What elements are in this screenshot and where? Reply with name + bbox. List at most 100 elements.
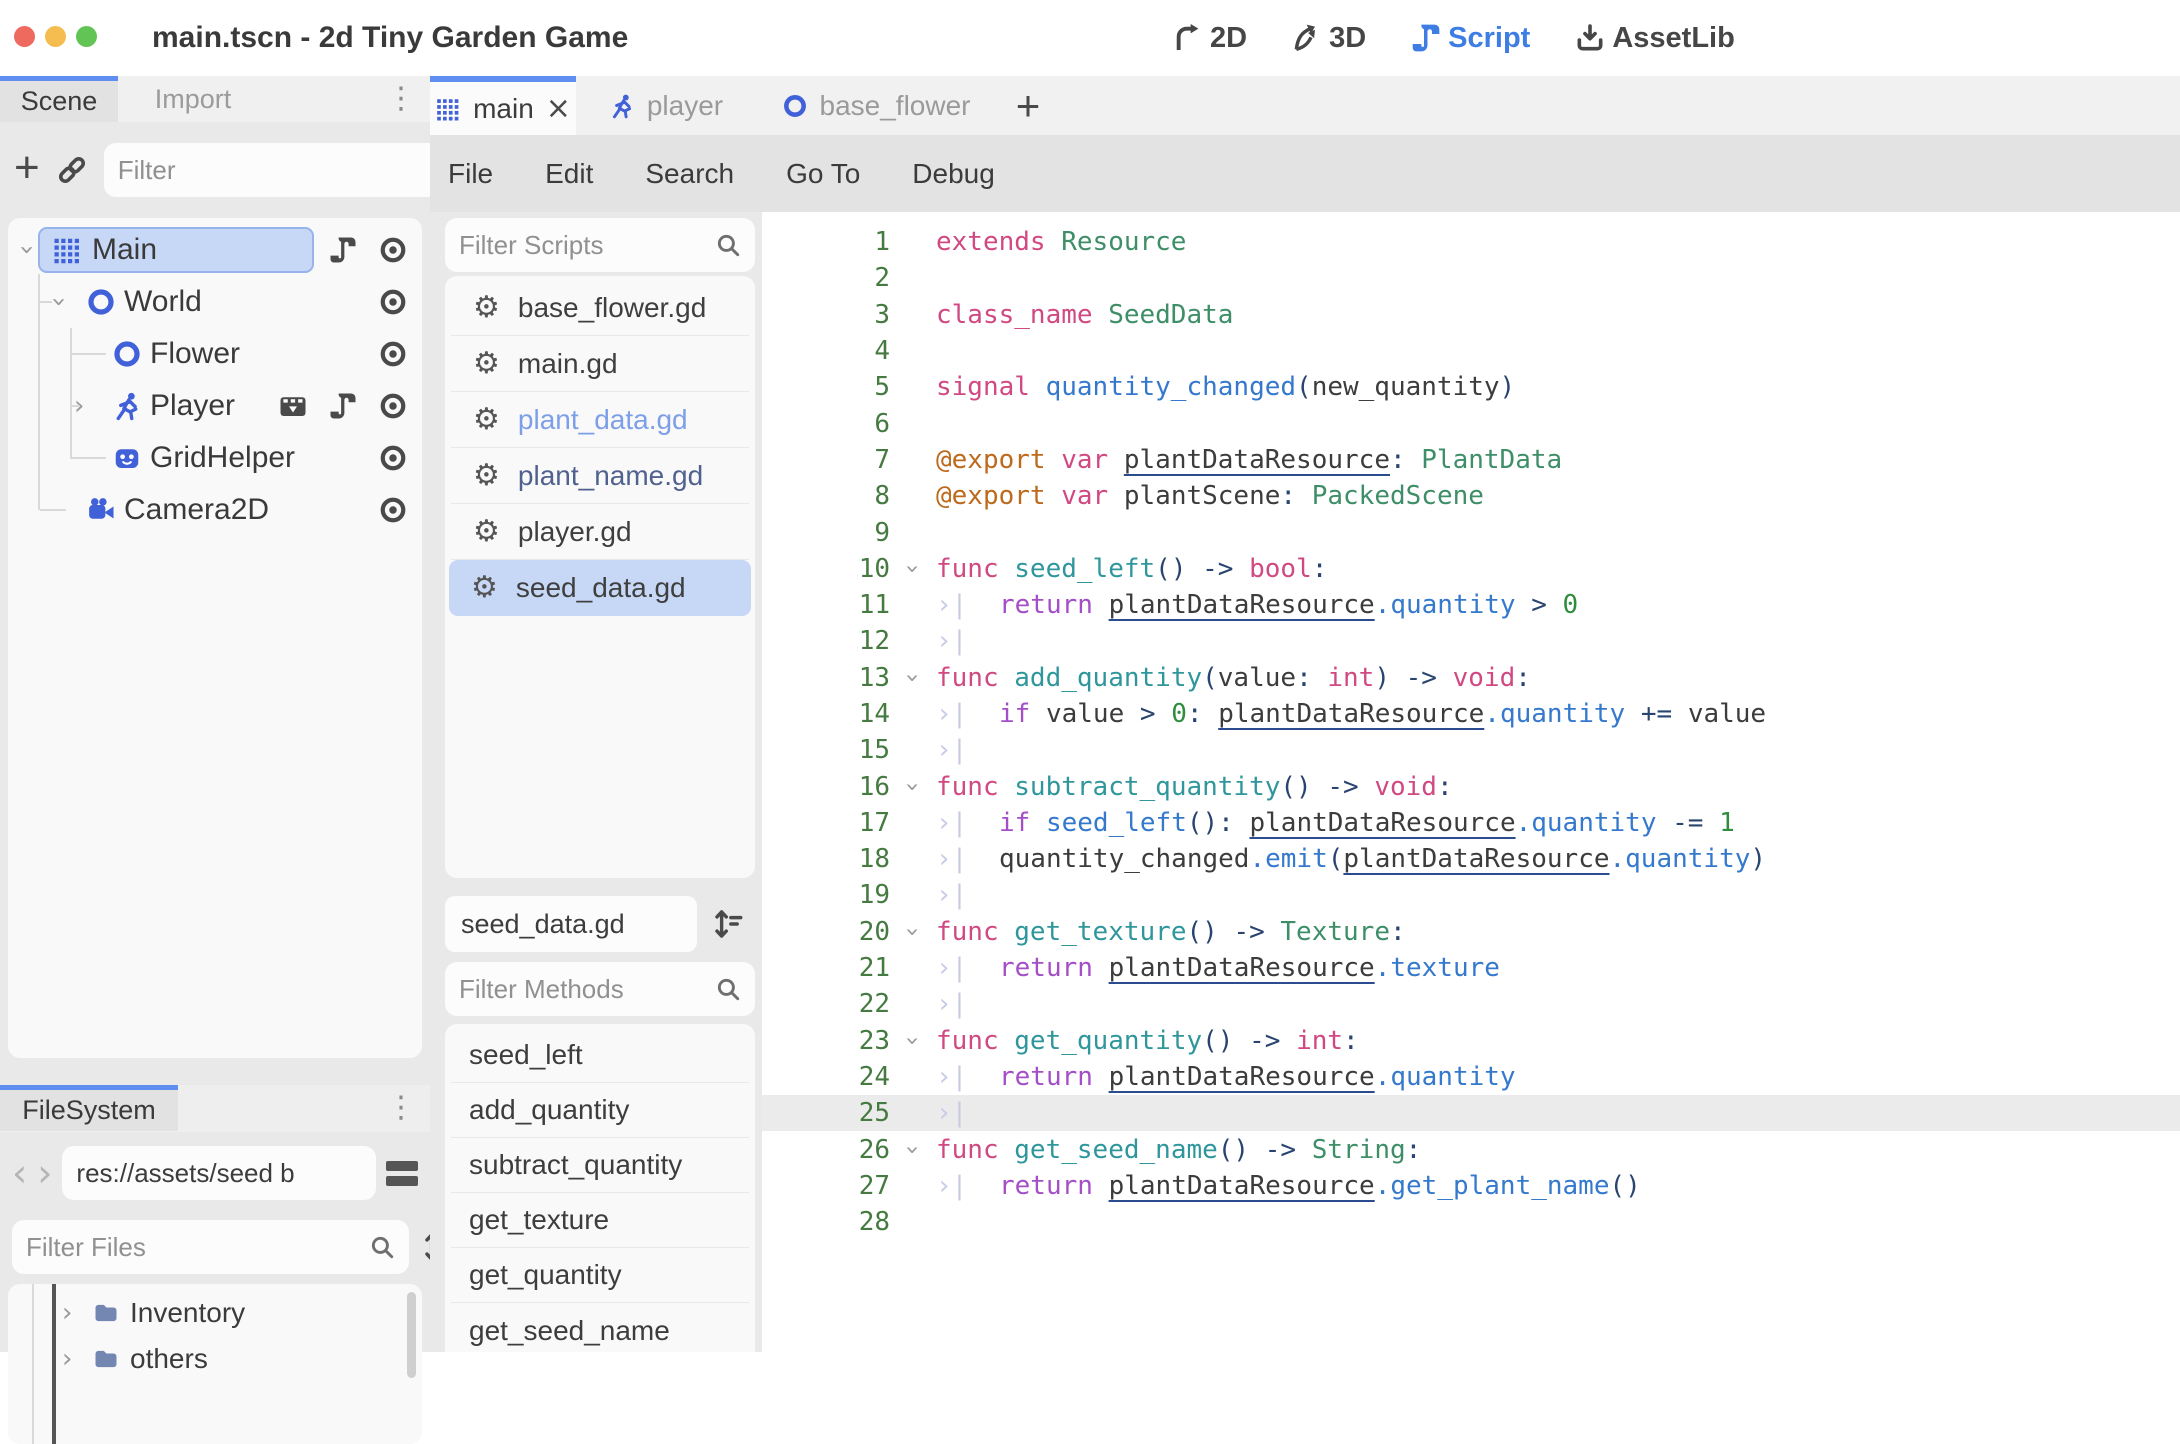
code-line-25[interactable]: 25 ›| — [762, 1095, 2180, 1131]
code-line-23[interactable]: 23 › func get_quantity() -> int: — [762, 1023, 2180, 1059]
code-line-11[interactable]: 11 ›|return plantDataResource.quantity >… — [762, 587, 2180, 623]
add-node-button[interactable]: + — [14, 146, 40, 190]
scene-dock-menu-icon[interactable]: ⋮ — [386, 84, 416, 114]
line-number: 2 — [762, 263, 890, 293]
script-item-player.gd[interactable]: ⚙ player.gd — [451, 504, 749, 560]
attached-script-button[interactable] — [328, 235, 358, 265]
minimize-window-button[interactable] — [45, 26, 66, 47]
code-line-17[interactable]: 17 ›|if seed_left(): plantDataResource.q… — [762, 805, 2180, 841]
code-line-27[interactable]: 27 ›|return plantDataResource.get_plant_… — [762, 1168, 2180, 1204]
scene-instance-button[interactable] — [278, 391, 308, 421]
fold-chevron-icon[interactable]: › — [901, 673, 925, 683]
tree-node-Main[interactable]: › Main — [8, 224, 422, 276]
script-item-plant_data.gd[interactable]: ⚙ plant_data.gd — [451, 392, 749, 448]
method-item-seed_left[interactable]: seed_left — [451, 1028, 749, 1083]
filesystem-menu-icon[interactable]: ⋮ — [386, 1093, 416, 1123]
code-line-2[interactable]: 2 — [762, 260, 2180, 296]
collapse-chevron-icon[interactable]: › — [14, 245, 40, 255]
code-line-16[interactable]: 16 › func subtract_quantity() -> void: — [762, 768, 2180, 804]
close-tab-icon[interactable]: × — [546, 91, 571, 126]
line-number: 17 — [762, 808, 890, 838]
code-line-24[interactable]: 24 ›|return plantDataResource.quantity — [762, 1059, 2180, 1095]
visibility-toggle[interactable] — [378, 235, 408, 265]
expand-chevron-icon[interactable]: › — [62, 1346, 72, 1372]
visibility-toggle[interactable] — [378, 495, 408, 525]
filter-methods-input[interactable] — [459, 974, 707, 1005]
code-line-19[interactable]: 19 ›| — [762, 877, 2180, 913]
visibility-toggle[interactable] — [378, 287, 408, 317]
code-line-15[interactable]: 15 ›| — [762, 732, 2180, 768]
fold-chevron-icon[interactable]: › — [901, 1036, 925, 1046]
fs-item-Inventory[interactable]: › Inventory — [8, 1290, 422, 1336]
code-line-20[interactable]: 20 › func get_texture() -> Texture: — [762, 914, 2180, 950]
workspace-2d-button[interactable]: 2D — [1172, 22, 1247, 55]
code-line-4[interactable]: 4 — [762, 333, 2180, 369]
code-line-10[interactable]: 10 › func seed_left() -> bool: — [762, 551, 2180, 587]
code-line-1[interactable]: 1 extends Resource — [762, 224, 2180, 260]
code-line-6[interactable]: 6 — [762, 405, 2180, 441]
method-item-add_quantity[interactable]: add_quantity — [451, 1083, 749, 1138]
method-item-get_texture[interactable]: get_texture — [451, 1193, 749, 1248]
fold-chevron-icon[interactable]: › — [901, 564, 925, 574]
menu-go-to[interactable]: Go To — [786, 158, 860, 190]
fold-chevron-icon[interactable]: › — [901, 927, 925, 937]
tree-node-World[interactable]: › World — [8, 276, 422, 328]
workspace-script-button[interactable]: Script — [1410, 22, 1530, 55]
code-line-22[interactable]: 22 ›| — [762, 986, 2180, 1022]
code-line-18[interactable]: 18 ›|quantity_changed.emit(plantDataReso… — [762, 841, 2180, 877]
tree-node-Camera2D[interactable]: Camera2D — [8, 484, 422, 536]
code-line-9[interactable]: 9 — [762, 514, 2180, 550]
method-item-get_quantity[interactable]: get_quantity — [451, 1248, 749, 1303]
fs-filter-input[interactable] — [26, 1232, 361, 1263]
code-line-8[interactable]: 8 @export var plantScene: PackedScene — [762, 478, 2180, 514]
code-line-5[interactable]: 5 signal quantity_changed(new_quantity) — [762, 369, 2180, 405]
expand-chevron-icon[interactable]: › — [62, 1300, 72, 1326]
code-line-21[interactable]: 21 ›|return plantDataResource.texture — [762, 950, 2180, 986]
script-item-seed_data.gd[interactable]: ⚙ seed_data.gd — [449, 560, 751, 616]
menu-debug[interactable]: Debug — [912, 158, 995, 190]
filter-scripts-input[interactable] — [459, 230, 707, 261]
tab-scene[interactable]: Scene — [0, 76, 118, 122]
method-item-get_seed_name[interactable]: get_seed_name — [451, 1303, 749, 1358]
code-line-28[interactable]: 28 — [762, 1204, 2180, 1240]
fs-item-others[interactable]: › others — [8, 1336, 422, 1382]
code-line-26[interactable]: 26 › func get_seed_name() -> String: — [762, 1131, 2180, 1167]
script-item-base_flower.gd[interactable]: ⚙ base_flower.gd — [451, 280, 749, 336]
fs-scrollbar[interactable] — [407, 1292, 416, 1378]
script-item-main.gd[interactable]: ⚙ main.gd — [451, 336, 749, 392]
code-line-3[interactable]: 3 class_name SeedData — [762, 297, 2180, 333]
menu-file[interactable]: File — [448, 158, 493, 190]
fs-back-button[interactable]: ‹ — [12, 1154, 27, 1192]
attached-script-button[interactable] — [328, 391, 358, 421]
menu-edit[interactable]: Edit — [545, 158, 593, 190]
visibility-toggle[interactable] — [378, 391, 408, 421]
zoom-window-button[interactable] — [76, 26, 97, 47]
fs-forward-button[interactable]: › — [37, 1154, 52, 1192]
code-line-13[interactable]: 13 › func add_quantity(value: int) -> vo… — [762, 660, 2180, 696]
instance-scene-button[interactable] — [56, 154, 88, 186]
fold-chevron-icon[interactable]: › — [901, 782, 925, 792]
tab-import[interactable]: Import — [118, 76, 268, 122]
fs-display-mode-icon[interactable] — [386, 1161, 418, 1186]
workspace-assetlib-button[interactable]: AssetLib — [1574, 22, 1734, 55]
code-line-12[interactable]: 12 ›| — [762, 623, 2180, 659]
method-item-subtract_quantity[interactable]: subtract_quantity — [451, 1138, 749, 1193]
close-window-button[interactable] — [14, 26, 35, 47]
scene-tab-main[interactable]: main× — [430, 76, 576, 135]
code-editor[interactable]: 1 extends Resource 2 3 class_name SeedDa… — [762, 212, 2180, 1352]
code-line-14[interactable]: 14 ›|if value > 0: plantDataResource.qua… — [762, 696, 2180, 732]
visibility-toggle[interactable] — [378, 339, 408, 369]
tab-filesystem[interactable]: FileSystem — [0, 1085, 178, 1131]
scene-filter-input[interactable] — [118, 155, 453, 186]
menu-search[interactable]: Search — [645, 158, 734, 190]
scene-tab-player[interactable]: player — [576, 76, 756, 135]
fold-chevron-icon[interactable]: › — [901, 1145, 925, 1155]
code-line-7[interactable]: 7 @export var plantDataResource: PlantDa… — [762, 442, 2180, 478]
script-item-plant_name.gd[interactable]: ⚙ plant_name.gd — [451, 448, 749, 504]
scene-tab-base_flower[interactable]: base_flower — [756, 76, 996, 135]
fs-path-input[interactable] — [76, 1158, 362, 1189]
visibility-toggle[interactable] — [378, 443, 408, 473]
new-scene-tab-button[interactable]: + — [996, 76, 1060, 135]
method-sort-icon[interactable] — [711, 907, 745, 941]
workspace-3d-button[interactable]: 3D — [1291, 22, 1366, 55]
